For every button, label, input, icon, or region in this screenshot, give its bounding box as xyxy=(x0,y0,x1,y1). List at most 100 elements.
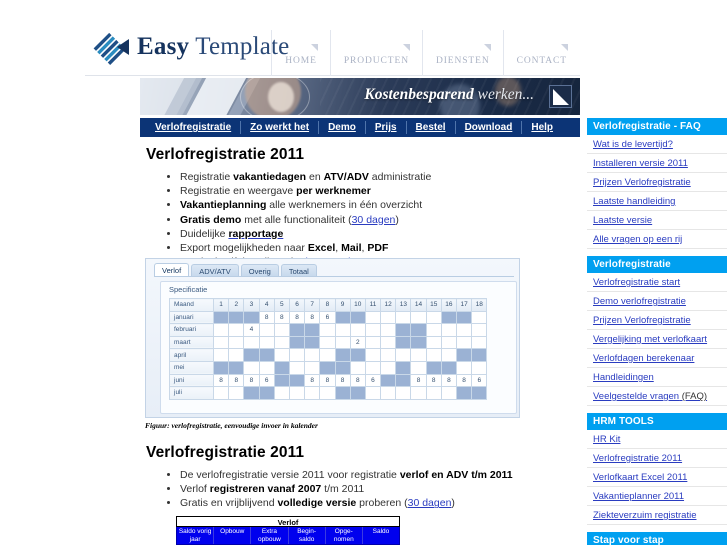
calendar-cell[interactable]: 2 xyxy=(349,335,366,350)
calendar-cell[interactable] xyxy=(440,310,458,325)
sidebar-link-verlofkaart-excel-2011[interactable]: Verlofkaart Excel 2011 xyxy=(587,468,727,487)
calendar-cell[interactable] xyxy=(288,373,306,388)
calendar-cell[interactable] xyxy=(228,335,245,350)
calendar-cell[interactable] xyxy=(228,310,245,325)
calendar-cell[interactable]: 8 xyxy=(410,373,427,388)
mainnav-item-bestel[interactable]: Bestel xyxy=(407,121,456,134)
calendar-cell[interactable] xyxy=(395,335,412,350)
sidebar-link-vergelijking-met-verlofkaart[interactable]: Vergelijking met verlofkaart xyxy=(587,330,727,349)
inline-link[interactable]: rapportage xyxy=(228,228,283,240)
calendar-cell[interactable] xyxy=(440,323,458,337)
calendar-cell[interactable]: 4 xyxy=(243,323,260,337)
calendar-cell[interactable]: 8 xyxy=(243,373,260,388)
calendar-cell[interactable] xyxy=(364,348,382,362)
calendar-cell[interactable] xyxy=(288,360,306,375)
topnav-item-producten[interactable]: PRODUCTEN xyxy=(329,30,422,76)
calendar-cell[interactable] xyxy=(395,386,412,400)
calendar-cell[interactable] xyxy=(319,386,336,400)
screenshot-tab-verlof[interactable]: Verlof xyxy=(154,263,190,277)
calendar-cell[interactable] xyxy=(425,310,442,325)
calendar-cell[interactable] xyxy=(273,373,290,388)
calendar-cell[interactable] xyxy=(425,348,442,362)
calendar-cell[interactable] xyxy=(304,348,321,362)
calendar-cell[interactable] xyxy=(258,335,275,350)
calendar-cell[interactable] xyxy=(471,360,488,375)
calendar-cell[interactable] xyxy=(319,360,336,375)
calendar-cell[interactable] xyxy=(228,348,245,362)
calendar-cell[interactable] xyxy=(471,310,488,325)
calendar-cell[interactable]: 8 xyxy=(334,373,351,388)
calendar-cell[interactable] xyxy=(349,323,366,337)
calendar-cell[interactable] xyxy=(273,323,290,337)
calendar-cell[interactable] xyxy=(455,348,473,362)
calendar-cell[interactable] xyxy=(471,386,488,400)
calendar-cell[interactable] xyxy=(243,386,260,400)
calendar-cell[interactable] xyxy=(380,348,397,362)
calendar-cell[interactable] xyxy=(304,360,321,375)
calendar-cell[interactable]: 8 xyxy=(440,373,458,388)
calendar-cell[interactable]: 6 xyxy=(319,310,336,325)
calendar-cell[interactable] xyxy=(471,335,488,350)
calendar-cell[interactable]: 8 xyxy=(228,373,245,388)
sidebar-link-vakantieplanner-2011[interactable]: Vakantieplanner 2011 xyxy=(587,487,727,506)
calendar-cell[interactable]: 8 xyxy=(258,310,275,325)
mainnav-item-help[interactable]: Help xyxy=(522,121,562,134)
calendar-cell[interactable] xyxy=(334,323,351,337)
calendar-cell[interactable] xyxy=(395,310,412,325)
calendar-cell[interactable] xyxy=(395,348,412,362)
mainnav-item-demo[interactable]: Demo xyxy=(319,121,366,134)
inline-link[interactable]: 30 dagen xyxy=(352,214,396,226)
calendar-cell[interactable] xyxy=(471,348,488,362)
calendar-cell[interactable] xyxy=(380,335,397,350)
calendar-cell[interactable] xyxy=(395,360,412,375)
calendar-cell[interactable] xyxy=(273,360,290,375)
calendar-cell[interactable] xyxy=(410,323,427,337)
sidebar-link-prijzen-verlofregistratie[interactable]: Prijzen Verlofregistratie xyxy=(587,173,727,192)
calendar-cell[interactable] xyxy=(364,323,382,337)
calendar-cell[interactable] xyxy=(258,323,275,337)
calendar-cell[interactable] xyxy=(349,386,366,400)
calendar-cell[interactable]: 8 xyxy=(288,310,306,325)
calendar-cell[interactable] xyxy=(258,360,275,375)
calendar-cell[interactable] xyxy=(304,386,321,400)
calendar-cell[interactable]: 8 xyxy=(273,310,290,325)
sidebar-link-handleidingen[interactable]: Handleidingen xyxy=(587,368,727,387)
calendar-cell[interactable] xyxy=(228,323,245,337)
calendar-cell[interactable] xyxy=(410,386,427,400)
sidebar-link-hr-kit[interactable]: HR Kit xyxy=(587,430,727,449)
calendar-cell[interactable] xyxy=(212,348,230,362)
calendar-cell[interactable] xyxy=(304,323,321,337)
calendar-cell[interactable] xyxy=(212,310,230,325)
calendar-cell[interactable] xyxy=(288,386,306,400)
calendar-cell[interactable] xyxy=(440,386,458,400)
calendar-cell[interactable] xyxy=(212,386,230,400)
sidebar-link-demo-verlofregistratie[interactable]: Demo verlofregistratie xyxy=(587,292,727,311)
sidebar-link-verlofregistratie-2011[interactable]: Verlofregistratie 2011 xyxy=(587,449,727,468)
calendar-cell[interactable]: 8 xyxy=(212,373,230,388)
sidebar-link-installeren-versie-2011[interactable]: Installeren versie 2011 xyxy=(587,154,727,173)
inline-link[interactable]: 30 dagen xyxy=(408,497,452,509)
calendar-cell[interactable] xyxy=(273,335,290,350)
calendar-cell[interactable] xyxy=(243,335,260,350)
calendar-cell[interactable] xyxy=(228,360,245,375)
topnav-item-home[interactable]: HOME xyxy=(271,30,330,76)
calendar-cell[interactable]: 8 xyxy=(425,373,442,388)
sidebar-link-laatste-handleiding[interactable]: Laatste handleiding xyxy=(587,192,727,211)
sidebar-link-wat-is-de-levertijd[interactable]: Wat is de levertijd? xyxy=(587,135,727,154)
calendar-cell[interactable] xyxy=(243,360,260,375)
calendar-cell[interactable] xyxy=(455,360,473,375)
calendar-cell[interactable] xyxy=(380,373,397,388)
calendar-cell[interactable] xyxy=(364,386,382,400)
calendar-cell[interactable] xyxy=(380,386,397,400)
calendar-cell[interactable]: 6 xyxy=(471,373,488,388)
mainnav-item-prijs[interactable]: Prijs xyxy=(366,121,407,134)
sidebar-link-verlofdagen-berekenaar[interactable]: Verlofdagen berekenaar xyxy=(587,349,727,368)
calendar-cell[interactable] xyxy=(212,360,230,375)
calendar-cell[interactable] xyxy=(364,310,382,325)
calendar-cell[interactable] xyxy=(258,348,275,362)
calendar-cell[interactable] xyxy=(425,323,442,337)
calendar-cell[interactable] xyxy=(440,335,458,350)
calendar-cell[interactable] xyxy=(334,310,351,325)
calendar-cell[interactable] xyxy=(455,335,473,350)
calendar-cell[interactable] xyxy=(395,323,412,337)
